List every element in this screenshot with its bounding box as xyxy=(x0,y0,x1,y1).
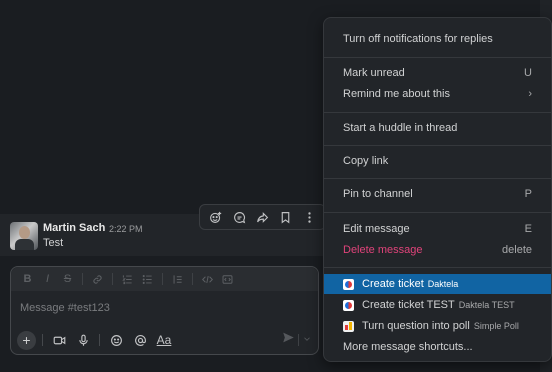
menu-item-start-huddle[interactable]: Start a huddle in thread xyxy=(324,118,551,138)
shortcut-label: delete xyxy=(502,244,532,256)
bookmark-icon[interactable] xyxy=(276,207,296,227)
text-format-button[interactable]: Aa xyxy=(154,330,174,350)
avatar-face xyxy=(19,226,30,239)
menu-item-more-shortcuts[interactable]: More message shortcuts... xyxy=(324,337,551,357)
microphone-icon[interactable] xyxy=(73,330,93,350)
divider xyxy=(192,273,193,285)
message-input[interactable] xyxy=(20,302,290,314)
menu-item-pin-to-channel[interactable]: Pin to channel P xyxy=(324,184,551,204)
shortcut-label: P xyxy=(524,188,532,200)
message-composer: B I S + xyxy=(10,266,319,355)
app-name-label: Daktela TEST xyxy=(458,300,515,310)
strikethrough-icon[interactable]: S xyxy=(59,271,76,288)
bullet-list-icon[interactable] xyxy=(139,271,156,288)
menu-item-label: Delete message xyxy=(343,244,423,256)
formatting-toolbar: B I S xyxy=(11,267,318,291)
plus-icon[interactable]: + xyxy=(17,330,36,350)
schedule-chevron-icon[interactable] xyxy=(302,331,312,349)
share-icon[interactable] xyxy=(252,207,272,227)
menu-item-label: Create ticket TEST xyxy=(362,299,455,311)
link-icon[interactable] xyxy=(89,271,106,288)
shortcut-label: U xyxy=(524,67,532,79)
menu-divider xyxy=(324,145,551,146)
send-group xyxy=(282,331,312,349)
menu-divider xyxy=(324,57,551,58)
menu-divider xyxy=(324,112,551,113)
simple-poll-app-icon xyxy=(343,320,354,332)
emoji-icon[interactable] xyxy=(106,330,126,350)
menu-item-copy-link[interactable]: Copy link xyxy=(324,151,551,171)
menu-item-edit-message[interactable]: Edit message E xyxy=(324,219,551,239)
menu-item-label: Turn off notifications for replies xyxy=(343,33,493,45)
code-icon[interactable] xyxy=(199,271,216,288)
app-name-label: Simple Poll xyxy=(473,321,519,331)
bold-icon[interactable]: B xyxy=(19,271,36,288)
emoji-reaction-icon[interactable] xyxy=(206,207,226,227)
menu-item-label: Remind me about this xyxy=(343,88,450,100)
app-name-label: Daktela xyxy=(427,279,459,289)
message-text: Test xyxy=(43,237,64,249)
avatar-body xyxy=(15,239,34,250)
send-icon[interactable] xyxy=(282,331,295,349)
menu-divider xyxy=(324,178,551,179)
divider xyxy=(99,334,100,346)
menu-item-label: Edit message xyxy=(343,223,410,235)
blockquote-icon[interactable] xyxy=(169,271,186,288)
menu-divider xyxy=(324,212,551,213)
avatar[interactable] xyxy=(10,222,38,250)
reply-thread-icon[interactable] xyxy=(229,207,249,227)
divider xyxy=(42,334,43,346)
divider xyxy=(162,273,163,285)
shortcut-label: E xyxy=(524,223,532,235)
video-clip-icon[interactable] xyxy=(49,330,69,350)
menu-item-delete-message[interactable]: Delete message delete xyxy=(324,240,551,260)
menu-item-label: Start a huddle in thread xyxy=(343,122,458,134)
message-author[interactable]: Martin Sach xyxy=(43,222,105,234)
code-block-icon[interactable] xyxy=(219,271,236,288)
composer-bottom-bar: + Aa xyxy=(17,330,312,350)
menu-item-label: Pin to channel xyxy=(343,188,413,200)
message-timestamp[interactable]: 2:22 PM xyxy=(109,224,143,234)
menu-item-turn-into-poll[interactable]: Turn question into poll Simple Poll xyxy=(324,316,551,336)
message-actions-toolbar xyxy=(199,204,326,230)
divider xyxy=(82,273,83,285)
menu-item-label: More message shortcuts... xyxy=(343,341,473,353)
menu-item-label: Copy link xyxy=(343,155,389,167)
more-actions-icon[interactable] xyxy=(299,207,319,227)
divider xyxy=(112,273,113,285)
ordered-list-icon[interactable] xyxy=(119,271,136,288)
divider xyxy=(298,334,299,346)
menu-item-label: Mark unread xyxy=(343,67,405,79)
menu-item-turn-off-notifications[interactable]: Turn off notifications for replies xyxy=(324,29,551,49)
daktela-app-icon xyxy=(343,299,354,311)
message-context-menu: Turn off notifications for replies Mark … xyxy=(323,17,552,362)
menu-item-mark-unread[interactable]: Mark unread U xyxy=(324,63,551,83)
menu-item-create-ticket[interactable]: Create ticket Daktela xyxy=(324,274,551,294)
chevron-right-icon: › xyxy=(528,88,532,100)
menu-item-create-ticket-test[interactable]: Create ticket TEST Daktela TEST xyxy=(324,295,551,315)
italic-icon[interactable]: I xyxy=(39,271,56,288)
menu-item-label: Create ticket xyxy=(362,278,424,290)
menu-item-label: Turn question into poll xyxy=(362,320,470,332)
menu-divider xyxy=(324,267,551,268)
daktela-app-icon xyxy=(343,278,354,290)
menu-item-remind-me[interactable]: Remind me about this › xyxy=(324,84,551,104)
mention-icon[interactable] xyxy=(130,330,150,350)
